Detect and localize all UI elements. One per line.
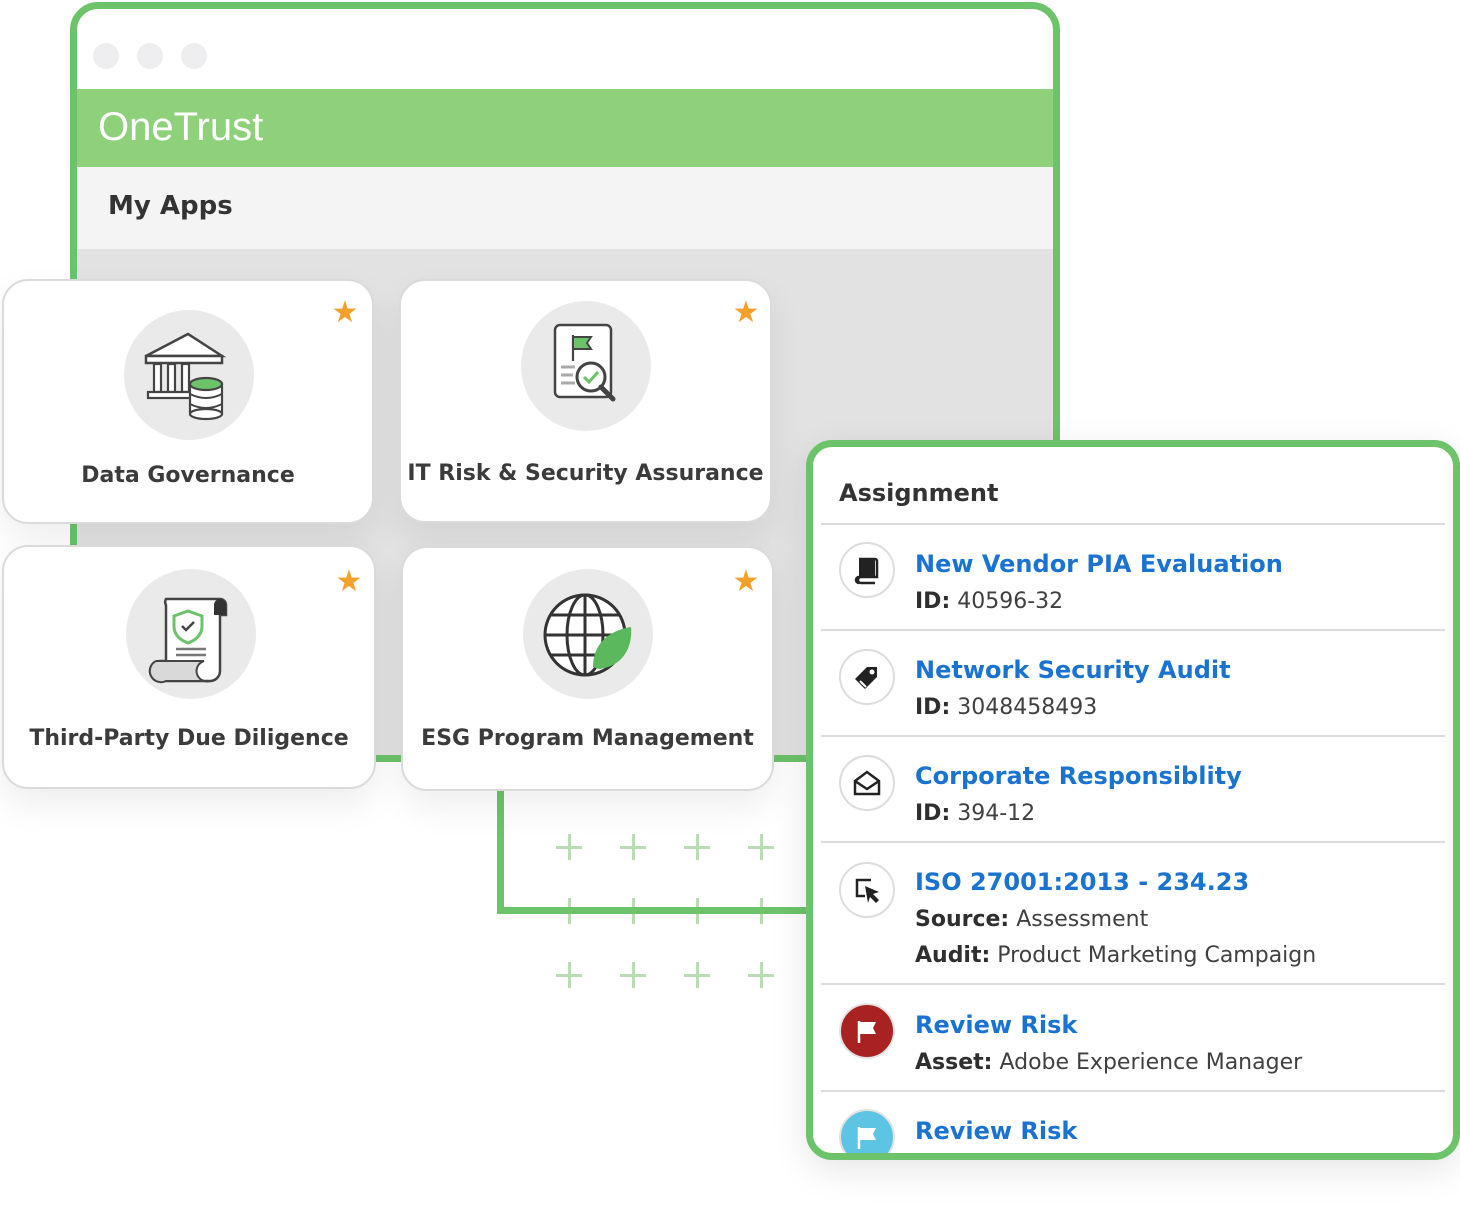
window-dot[interactable] [181,43,207,69]
meta-label: ID: [915,801,951,826]
meta-label: ID: [915,695,951,720]
app-card-esg-program-management[interactable]: ★ ESG Program Management [401,546,774,791]
divider [821,983,1445,985]
plus-decoration [556,962,582,988]
divider [821,1090,1445,1092]
meta-value: Product Marketing Campaign [997,943,1317,968]
favorite-star-icon[interactable]: ★ [334,567,364,597]
page-title: My Apps [108,191,233,221]
divider [821,841,1445,843]
assignment-link[interactable]: ISO 27001:2013 - 234.23 [915,866,1249,898]
meta-label: Asset: [915,1050,993,1075]
app-header: OneTrust [77,89,1053,167]
assignment-link[interactable]: Corporate Responsiblity [915,760,1242,792]
meta-value: 394-12 [957,801,1036,826]
meta-label: Audit: [915,943,991,968]
plus-decoration [748,962,774,988]
app-name: IT Risk & Security Assurance [407,461,764,486]
assignment-meta: Audit: Product Marketing Campaign [915,941,1316,971]
pointer-select-icon [839,862,895,918]
globe-leaf-icon [523,569,653,699]
bank-database-icon [124,310,254,440]
app-card-data-governance[interactable]: ★ Data Governance [2,279,374,524]
meta-value: 40596-32 [957,589,1064,614]
assignment-link[interactable]: Review Risk [915,1115,1077,1147]
shield-scroll-icon [126,569,256,699]
meta-label: ID: [915,589,951,614]
meta-value: Adobe Experience Manager [999,1050,1303,1075]
meta-value: 3048458493 [957,695,1098,720]
assignment-link[interactable]: Review Risk [915,1009,1077,1041]
meta-label: Source: [915,907,1010,932]
plus-decoration [684,962,710,988]
assignment-meta: Source: Assessment [915,905,1148,935]
assignment-link[interactable]: Network Security Audit [915,654,1231,686]
flag-icon [839,1109,895,1153]
app-name: ESG Program Management [421,726,754,751]
favorite-star-icon[interactable]: ★ [731,298,761,328]
divider [821,523,1445,525]
divider [821,629,1445,631]
divider [821,735,1445,737]
report-magnifier-icon [521,301,651,431]
app-name: Data Governance [81,463,295,488]
tag-icon [839,649,895,705]
book-icon [839,542,895,598]
favorite-star-icon[interactable]: ★ [330,298,360,328]
panel-title: Assignment [839,479,999,507]
plus-decoration [620,962,646,988]
app-card-it-risk-security[interactable]: ★ IT Risk & Security Assurance [399,279,772,523]
assignment-meta: ID: 3048458493 [915,693,1097,723]
window-dot[interactable] [93,43,119,69]
window-dot[interactable] [137,43,163,69]
meta-value: Assessment [1016,907,1149,932]
assignment-meta: Asset: Adobe Experience Manager [915,1048,1302,1078]
my-apps-header: My Apps [77,167,1053,249]
brand-logo: OneTrust [98,105,264,149]
flag-icon [839,1003,895,1059]
assignment-meta: ID: 394-12 [915,799,1035,829]
assignment-panel: Assignment New Vendor PIA Evaluation ID:… [806,440,1460,1160]
app-card-third-party-due-diligence[interactable]: ★ Third-Party Due Diligence [2,545,376,789]
favorite-star-icon[interactable]: ★ [731,567,761,597]
app-name: Third-Party Due Diligence [29,726,349,751]
envelope-open-icon [839,755,895,811]
assignment-meta: ID: 40596-32 [915,587,1063,617]
assignment-link[interactable]: New Vendor PIA Evaluation [915,548,1283,580]
